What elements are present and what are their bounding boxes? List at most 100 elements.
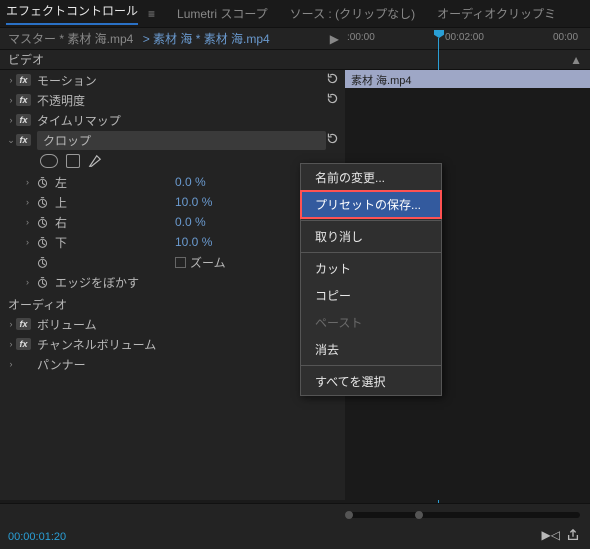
effect-label: ボリューム: [37, 316, 97, 333]
param-label: 下: [55, 234, 175, 251]
param-label: エッジをぼかす: [55, 274, 175, 291]
fx-badge-icon[interactable]: fx: [16, 134, 31, 146]
effect-label: タイムリマップ: [37, 112, 121, 129]
rect-mask-icon[interactable]: [66, 154, 80, 168]
tab-effect-controls[interactable]: エフェクトコントロール: [6, 2, 138, 25]
audio-section-label: オーディオ: [8, 296, 67, 313]
fx-badge-icon[interactable]: fx: [16, 94, 31, 106]
twirl-icon[interactable]: ›: [6, 319, 16, 329]
effect-opacity[interactable]: › fx 不透明度: [0, 90, 345, 110]
play-toggle-icon[interactable]: ▶: [330, 32, 339, 46]
stopwatch-icon[interactable]: [36, 236, 49, 249]
twirl-icon[interactable]: ›: [6, 339, 16, 349]
effect-label: 不透明度: [37, 92, 85, 109]
ellipse-mask-icon[interactable]: [40, 154, 58, 168]
menu-copy[interactable]: コピー: [301, 282, 441, 309]
effect-motion[interactable]: › fx モーション: [0, 70, 345, 90]
current-time[interactable]: 00:00:01:20: [8, 531, 66, 543]
timeline-ruler[interactable]: :00:00 00:02:00 00:00: [345, 28, 590, 49]
menu-select-all[interactable]: すべてを選択: [301, 368, 441, 395]
param-crop-zoom[interactable]: ズーム: [0, 252, 345, 272]
zoom-handle-left[interactable]: [345, 511, 353, 519]
zoom-scrollbar[interactable]: [345, 512, 580, 518]
twirl-icon[interactable]: ⌄: [6, 135, 16, 146]
tab-source[interactable]: ソース : (クリップなし): [290, 5, 415, 22]
export-icon[interactable]: [566, 528, 580, 545]
param-value[interactable]: 10.0 %: [175, 235, 212, 249]
effect-label: チャンネルボリューム: [37, 336, 156, 353]
zoom-checkbox[interactable]: [175, 257, 186, 268]
twirl-icon[interactable]: ›: [26, 177, 36, 187]
param-crop-bottom[interactable]: › 下 10.0 %: [0, 232, 345, 252]
param-crop-right[interactable]: › 右 0.0 %: [0, 212, 345, 232]
effect-channel-volume[interactable]: › fx チャンネルボリューム: [0, 334, 345, 354]
pen-mask-icon[interactable]: [88, 154, 106, 168]
main-split: › fx モーション › fx 不透明度 › fx タイムリマップ ⌄ fx ク…: [0, 70, 590, 500]
reset-icon[interactable]: [326, 92, 339, 108]
param-label: 左: [55, 174, 175, 191]
panel-menu-icon[interactable]: ≡: [148, 7, 155, 21]
stopwatch-icon[interactable]: [36, 276, 49, 289]
effect-crop[interactable]: ⌄ fx クロップ: [0, 130, 345, 150]
param-label: 右: [55, 214, 175, 231]
reset-icon[interactable]: [326, 72, 339, 88]
param-value[interactable]: 0.0 %: [175, 215, 206, 229]
ruler-tick-0: :00:00: [347, 32, 375, 43]
menu-rename[interactable]: 名前の変更...: [301, 164, 441, 191]
menu-clear[interactable]: 消去: [301, 336, 441, 363]
tab-lumetri-scopes[interactable]: Lumetri スコープ: [177, 5, 268, 22]
effect-label: クロップ: [43, 132, 91, 149]
context-menu: 名前の変更... プリセットの保存... 取り消し カット コピー ペースト 消…: [300, 163, 442, 396]
twirl-icon[interactable]: ›: [6, 359, 16, 369]
stopwatch-icon[interactable]: [36, 176, 49, 189]
twirl-icon[interactable]: ›: [26, 217, 36, 227]
param-crop-top[interactable]: › 上 10.0 %: [0, 192, 345, 212]
param-crop-left[interactable]: › 左 0.0 %: [0, 172, 345, 192]
param-value[interactable]: 10.0 %: [175, 195, 212, 209]
zoom-handle-right[interactable]: [415, 511, 423, 519]
video-section-header: ビデオ ▲: [0, 50, 590, 70]
menu-save-preset[interactable]: プリセットの保存...: [301, 191, 441, 218]
ruler-tick-2: 00:00: [553, 32, 578, 43]
effect-time-remap[interactable]: › fx タイムリマップ: [0, 110, 345, 130]
stopwatch-icon[interactable]: [36, 196, 49, 209]
video-section-label: ビデオ: [8, 51, 44, 68]
effect-label: モーション: [37, 72, 97, 89]
menu-paste: ペースト: [301, 309, 441, 336]
menu-undo[interactable]: 取り消し: [301, 223, 441, 250]
panel-tabs: エフェクトコントロール ≡ Lumetri スコープ ソース : (クリップなし…: [0, 0, 590, 28]
reset-icon[interactable]: [326, 132, 339, 148]
twirl-icon[interactable]: ›: [26, 237, 36, 247]
menu-cut[interactable]: カット: [301, 255, 441, 282]
twirl-icon[interactable]: ›: [6, 95, 16, 105]
twirl-icon[interactable]: ›: [26, 277, 36, 287]
zoom-checkbox-label: ズーム: [190, 254, 226, 271]
param-label: 上: [55, 194, 175, 211]
twirl-icon[interactable]: ›: [26, 197, 36, 207]
ruler-tick-1: 00:02:00: [445, 32, 484, 43]
fx-badge-icon[interactable]: fx: [16, 318, 31, 330]
mask-shape-row: [0, 150, 345, 172]
clip-header-row: マスター * 素材 海.mp4 > 素材 海 * 素材 海.mp4 ▶ :00:…: [0, 28, 590, 50]
menu-separator: [301, 220, 441, 221]
audio-section-header: オーディオ ▲: [0, 294, 345, 314]
fx-badge-icon[interactable]: fx: [16, 338, 31, 350]
effect-list-panel: › fx モーション › fx 不透明度 › fx タイムリマップ ⌄ fx ク…: [0, 70, 345, 500]
fx-badge-icon[interactable]: fx: [16, 114, 31, 126]
menu-separator: [301, 365, 441, 366]
twirl-icon[interactable]: ›: [6, 75, 16, 85]
tab-audio-clip-mixer[interactable]: オーディオクリップミ: [437, 5, 556, 22]
collapse-icon[interactable]: ▲: [570, 53, 582, 67]
stopwatch-icon[interactable]: [36, 256, 49, 269]
twirl-icon[interactable]: ›: [6, 115, 16, 125]
playhead-icon[interactable]: [434, 30, 444, 38]
loop-icon[interactable]: ▶◁: [542, 528, 560, 545]
stopwatch-icon[interactable]: [36, 216, 49, 229]
effect-panner[interactable]: › パンナー: [0, 354, 345, 374]
clip-bar[interactable]: 素材 海.mp4: [345, 70, 590, 88]
param-value[interactable]: 0.0 %: [175, 175, 206, 189]
instance-clip-label: > 素材 海 * 素材 海.mp4: [139, 30, 269, 47]
param-crop-edge-blur[interactable]: › エッジをぼかす: [0, 272, 345, 292]
effect-volume[interactable]: › fx ボリューム: [0, 314, 345, 334]
fx-badge-icon[interactable]: fx: [16, 74, 31, 86]
